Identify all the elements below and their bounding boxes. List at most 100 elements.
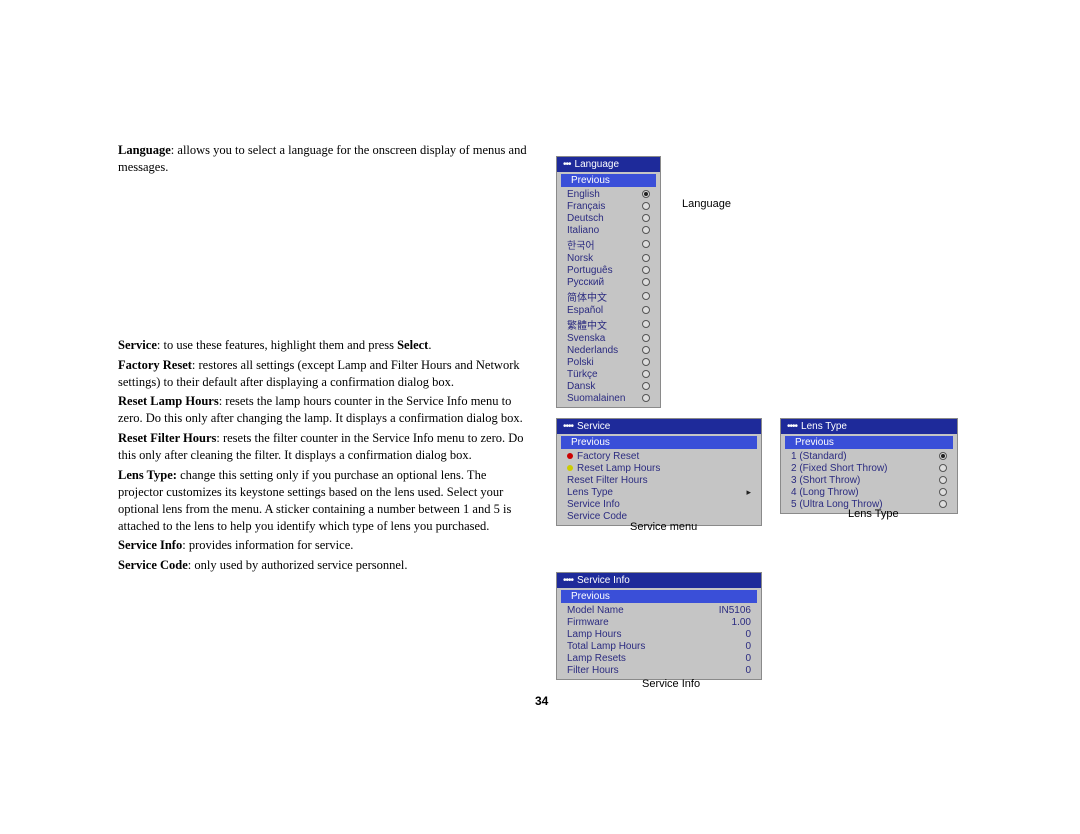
previous-button[interactable]: Previous xyxy=(785,436,953,449)
language-option[interactable]: Svenska xyxy=(561,332,656,344)
language-option[interactable]: Русский xyxy=(561,276,656,288)
language-option[interactable]: Italiano xyxy=(561,224,656,236)
option-label: Dansk xyxy=(567,381,642,392)
radio-icon xyxy=(642,240,650,248)
menu-title: Service xyxy=(577,421,610,432)
language-option[interactable]: English xyxy=(561,188,656,200)
option-label: 1 (Standard) xyxy=(791,451,939,462)
radio-icon xyxy=(642,292,650,300)
radio-icon xyxy=(642,370,650,378)
radio-icon xyxy=(642,394,650,402)
option-label: Italiano xyxy=(567,225,642,236)
language-option[interactable]: Norsk xyxy=(561,252,656,264)
info-row: Lamp Hours0 xyxy=(561,628,757,640)
item-label: Reset Lamp Hours xyxy=(567,463,751,474)
previous-button[interactable]: Previous xyxy=(561,174,656,187)
language-option[interactable]: 한국어 xyxy=(561,236,656,252)
lens-option[interactable]: 2 (Fixed Short Throw) xyxy=(785,462,953,474)
radio-icon xyxy=(642,358,650,366)
language-option[interactable]: 简体中文 xyxy=(561,288,656,304)
radio-icon xyxy=(642,278,650,286)
radio-icon xyxy=(939,476,947,484)
radio-icon xyxy=(642,320,650,328)
info-label: Model Name xyxy=(567,605,719,616)
language-option[interactable]: Nederlands xyxy=(561,344,656,356)
language-option[interactable]: 繁體中文 xyxy=(561,316,656,332)
option-label: Русский xyxy=(567,277,642,288)
service-item[interactable]: Lens Type▸ xyxy=(561,486,757,498)
para-reset-lamp-hours: Reset Lamp Hours: resets the lamp hours … xyxy=(118,393,534,427)
radio-icon xyxy=(939,452,947,460)
page: Language: allows you to select a languag… xyxy=(0,0,1080,834)
option-label: English xyxy=(567,189,642,200)
caption-service-menu: Service menu xyxy=(630,521,697,533)
item-label: Reset Filter Hours xyxy=(567,475,751,486)
dots-icon: •••• xyxy=(787,421,797,432)
info-row: Lamp Resets0 xyxy=(561,652,757,664)
menu-header: •••• Lens Type xyxy=(781,419,957,434)
language-option[interactable]: Polski xyxy=(561,356,656,368)
previous-button[interactable]: Previous xyxy=(561,436,757,449)
para-language: Language: allows you to select a languag… xyxy=(118,142,534,176)
option-label: Português xyxy=(567,265,642,276)
para-service: Service: to use these features, highligh… xyxy=(118,337,534,354)
option-label: 3 (Short Throw) xyxy=(791,475,939,486)
radio-icon xyxy=(642,266,650,274)
para-service-code: Service Code: only used by authorized se… xyxy=(118,557,534,574)
service-item[interactable]: Reset Lamp Hours xyxy=(561,462,757,474)
lens-option[interactable]: 3 (Short Throw) xyxy=(785,474,953,486)
option-label: 繁體中文 xyxy=(567,317,642,332)
radio-icon xyxy=(642,346,650,354)
info-value: 0 xyxy=(745,665,751,676)
language-option[interactable]: Türkçe xyxy=(561,368,656,380)
menu-title: Service Info xyxy=(577,575,630,586)
caption-service-info: Service Info xyxy=(642,678,700,690)
language-option[interactable]: Suomalainen xyxy=(561,392,656,404)
option-label: 2 (Fixed Short Throw) xyxy=(791,463,939,474)
lamp-icon xyxy=(567,465,573,471)
service-item[interactable]: Reset Filter Hours xyxy=(561,474,757,486)
info-label: Total Lamp Hours xyxy=(567,641,745,652)
language-option[interactable]: Español xyxy=(561,304,656,316)
lens-list: 1 (Standard)2 (Fixed Short Throw)3 (Shor… xyxy=(781,450,957,513)
info-label: Lamp Resets xyxy=(567,653,745,664)
service-item[interactable]: Factory Reset xyxy=(561,450,757,462)
menu-title: Lens Type xyxy=(801,421,847,432)
language-list: EnglishFrançaisDeutschItaliano한국어NorskPo… xyxy=(557,188,660,407)
service-menu: •••• Service Previous Factory ResetReset… xyxy=(556,418,762,526)
radio-icon xyxy=(642,190,650,198)
option-label: Suomalainen xyxy=(567,393,642,404)
option-label: Español xyxy=(567,305,642,316)
info-label: Filter Hours xyxy=(567,665,745,676)
service-item[interactable]: Service Info xyxy=(561,498,757,510)
option-label: Türkçe xyxy=(567,369,642,380)
lens-option[interactable]: 1 (Standard) xyxy=(785,450,953,462)
lens-option[interactable]: 4 (Long Throw) xyxy=(785,486,953,498)
previous-button[interactable]: Previous xyxy=(561,590,757,603)
option-label: Nederlands xyxy=(567,345,642,356)
warning-icon xyxy=(567,453,573,459)
info-row: Model NameIN5106 xyxy=(561,604,757,616)
language-option[interactable]: Dansk xyxy=(561,380,656,392)
language-option[interactable]: Français xyxy=(561,200,656,212)
menu-header: ••• Language xyxy=(557,157,660,172)
dots-icon: •••• xyxy=(563,575,573,586)
para-service-info: Service Info: provides information for s… xyxy=(118,537,534,554)
info-value: IN5106 xyxy=(719,605,751,616)
option-label: 简体中文 xyxy=(567,289,642,304)
language-option[interactable]: Português xyxy=(561,264,656,276)
radio-icon xyxy=(642,214,650,222)
info-row: Total Lamp Hours0 xyxy=(561,640,757,652)
language-menu: ••• Language Previous EnglishFrançaisDeu… xyxy=(556,156,661,408)
language-option[interactable]: Deutsch xyxy=(561,212,656,224)
option-label: 한국어 xyxy=(567,237,642,252)
radio-icon xyxy=(642,202,650,210)
radio-icon xyxy=(939,464,947,472)
radio-icon xyxy=(939,488,947,496)
radio-icon xyxy=(939,500,947,508)
dots-icon: ••• xyxy=(563,159,571,170)
option-label: Svenska xyxy=(567,333,642,344)
info-value: 0 xyxy=(745,641,751,652)
radio-icon xyxy=(642,226,650,234)
para-factory-reset: Factory Reset: restores all settings (ex… xyxy=(118,357,534,391)
